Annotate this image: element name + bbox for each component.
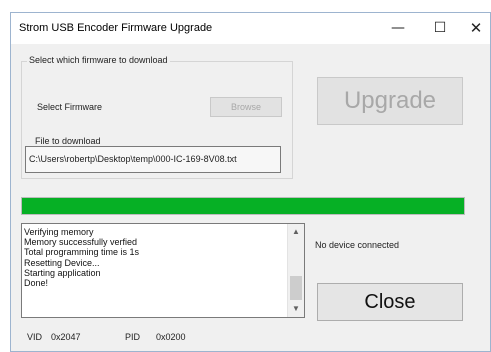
vid-value: 0x2047 [51,332,81,342]
log-output[interactable]: Verifying memory Memory successfully verf… [21,223,305,318]
pid-value: 0x0200 [156,332,186,342]
title-bar: Strom USB Encoder Firmware Upgrade — ☐ ✕ [11,13,490,44]
log-line: Resetting Device... [24,257,100,268]
close-button[interactable]: Close [317,283,463,321]
log-line: Memory successfully verfied [24,237,138,248]
close-window-button[interactable]: ✕ [459,17,491,39]
scroll-up-icon[interactable]: ▲ [288,224,304,240]
browse-button[interactable]: Browse [210,97,282,117]
upgrade-button[interactable]: Upgrade [317,77,463,125]
file-path-field[interactable]: C:\Users\robertp\Desktop\temp\000-IC-169… [25,146,281,173]
device-status-text: No device connected [315,240,400,250]
progress-bar-fill [22,198,464,214]
log-line: Total programming time is 1s [24,247,140,258]
progress-bar [21,197,465,215]
scroll-thumb[interactable] [290,276,302,300]
firmware-upgrade-window: Strom USB Encoder Firmware Upgrade — ☐ ✕… [10,12,491,352]
log-line: Done! [24,278,49,289]
pid-label: PID [125,332,141,342]
minimize-button[interactable]: — [381,17,415,39]
window-title: Strom USB Encoder Firmware Upgrade [19,22,213,34]
select-firmware-label: Select Firmware [37,102,103,112]
vid-label: VID [27,332,43,342]
log-lines: Verifying memory Memory successfully verf… [24,227,282,288]
log-scrollbar[interactable]: ▲ ▼ [287,224,304,317]
log-line: Verifying memory [24,227,94,237]
scroll-down-icon[interactable]: ▼ [288,301,304,317]
file-to-download-legend: File to download [33,136,103,146]
log-line: Starting application [24,267,101,278]
maximize-button[interactable]: ☐ [423,17,457,39]
firmware-group-legend: Select which firmware to download [27,55,170,65]
